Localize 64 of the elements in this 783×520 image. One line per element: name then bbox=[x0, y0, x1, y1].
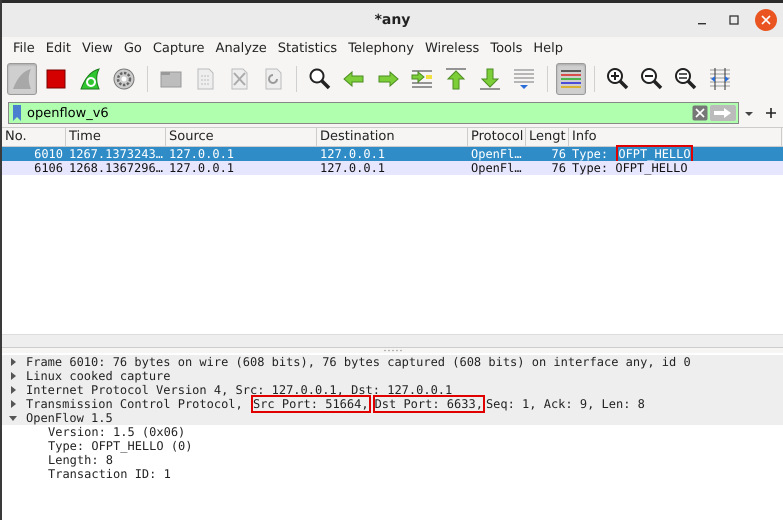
tree-item-text[interactable]: Linux cooked capture bbox=[26, 369, 170, 383]
menu-item[interactable]: Telephony bbox=[343, 40, 419, 56]
collapsed-arrow-icon[interactable] bbox=[8, 357, 18, 367]
table-cell-text: 127.0.0.1 bbox=[168, 147, 236, 161]
column-header[interactable]: Source bbox=[166, 128, 317, 146]
display-filter-field[interactable]: openflow_v6 bbox=[27, 106, 690, 120]
table-cell-text: 127.0.0.1 bbox=[168, 161, 236, 175]
menu-item[interactable]: Go bbox=[118, 40, 147, 56]
clear-icon[interactable] bbox=[692, 105, 708, 121]
expanded-arrow-icon[interactable] bbox=[8, 413, 18, 423]
highlighted-text: OFPT_HELLO bbox=[618, 147, 691, 161]
table-cell-text: 6106 bbox=[33, 161, 64, 175]
table-cell-text: Type: bbox=[572, 161, 610, 175]
highlighted-text[interactable]: Src Port: 51664, bbox=[252, 397, 369, 411]
menu-item[interactable]: File bbox=[8, 40, 40, 56]
packet-row[interactable]: 6106 1268.1367296… 127.0.0.1 127.0.0.1 OpenFl… 76 Type: OFPT_HELLO bbox=[2, 161, 783, 175]
tree-item-text[interactable]: Length: 8 bbox=[48, 453, 114, 467]
table-cell: OFPT_HELLO bbox=[615, 161, 688, 175]
display-filter-bar[interactable]: openflow_v6 bbox=[8, 102, 739, 124]
collapsed-arrow-icon[interactable] bbox=[8, 385, 18, 395]
close-button[interactable] bbox=[755, 9, 777, 31]
menu-item[interactable]: Statistics bbox=[272, 40, 342, 56]
table-cell-text: 76 bbox=[550, 161, 567, 175]
table-cell-text: 127.0.0.1 bbox=[319, 161, 386, 175]
maximize-icon bbox=[729, 15, 739, 25]
menu-item[interactable]: Help bbox=[528, 40, 568, 56]
menu-item[interactable]: Capture bbox=[148, 40, 210, 56]
table-cell-text: 76 bbox=[550, 147, 567, 161]
colored-lines-icon[interactable] bbox=[556, 63, 586, 95]
menu-item[interactable]: View bbox=[76, 40, 118, 56]
table-cell-text: 127.0.0.1 bbox=[319, 147, 386, 161]
horizontal-scrollbar[interactable] bbox=[2, 334, 783, 347]
tree-item-text[interactable]: OpenFlow 1.5 bbox=[26, 411, 113, 425]
menu-item[interactable]: Tools bbox=[485, 40, 528, 56]
splitter-handle-icon[interactable] bbox=[382, 349, 402, 352]
plus-icon[interactable] bbox=[765, 107, 777, 119]
column-header[interactable]: Protocol bbox=[468, 128, 526, 146]
table-cell-text: Type: bbox=[572, 147, 610, 161]
collapsed-arrow-icon[interactable] bbox=[8, 399, 18, 409]
tree-item-text[interactable]: Seq: 1, Ack: 9, Len: 8 bbox=[486, 397, 645, 411]
column-header[interactable]: Info bbox=[569, 128, 782, 146]
menu-item[interactable]: Edit bbox=[40, 40, 76, 56]
tree-item-text[interactable]: Version: 1.5 (0x06) bbox=[48, 425, 186, 439]
table-cell-text: 1267.1373243… bbox=[68, 147, 164, 161]
highlighted-text[interactable]: Dst Port: 6633, bbox=[374, 397, 483, 411]
column-header[interactable]: Destination bbox=[317, 128, 468, 146]
table-cell-text: OpenFl… bbox=[470, 147, 523, 161]
tree-item-text[interactable]: Transmission Control Protocol, bbox=[26, 397, 250, 411]
tree-item-text[interactable]: Type: OFPT_HELLO (0) bbox=[48, 439, 192, 453]
table-cell-text: 1268.1367296… bbox=[68, 161, 164, 175]
table-cell-text: OpenFl… bbox=[470, 161, 523, 175]
collapsed-arrow-icon[interactable] bbox=[8, 371, 18, 381]
table-cell-text: 6010 bbox=[33, 147, 64, 161]
menu-item[interactable]: Wireless bbox=[420, 40, 484, 56]
minimize-icon bbox=[698, 23, 706, 25]
column-header[interactable]: No. bbox=[2, 128, 66, 146]
bookmark-icon[interactable] bbox=[12, 104, 22, 122]
window-title: *any bbox=[374, 12, 410, 28]
column-header[interactable]: Lengt bbox=[526, 128, 569, 146]
close-icon bbox=[761, 15, 771, 25]
column-header[interactable]: Time bbox=[66, 128, 166, 146]
tree-item-text[interactable]: Transaction ID: 1 bbox=[48, 467, 171, 481]
menu-item[interactable]: Analyze bbox=[210, 40, 272, 56]
packet-row[interactable]: 6010 1267.1373243… 127.0.0.1 127.0.0.1 OpenFl… 76 Type: OFPT_HELLO bbox=[2, 147, 783, 161]
